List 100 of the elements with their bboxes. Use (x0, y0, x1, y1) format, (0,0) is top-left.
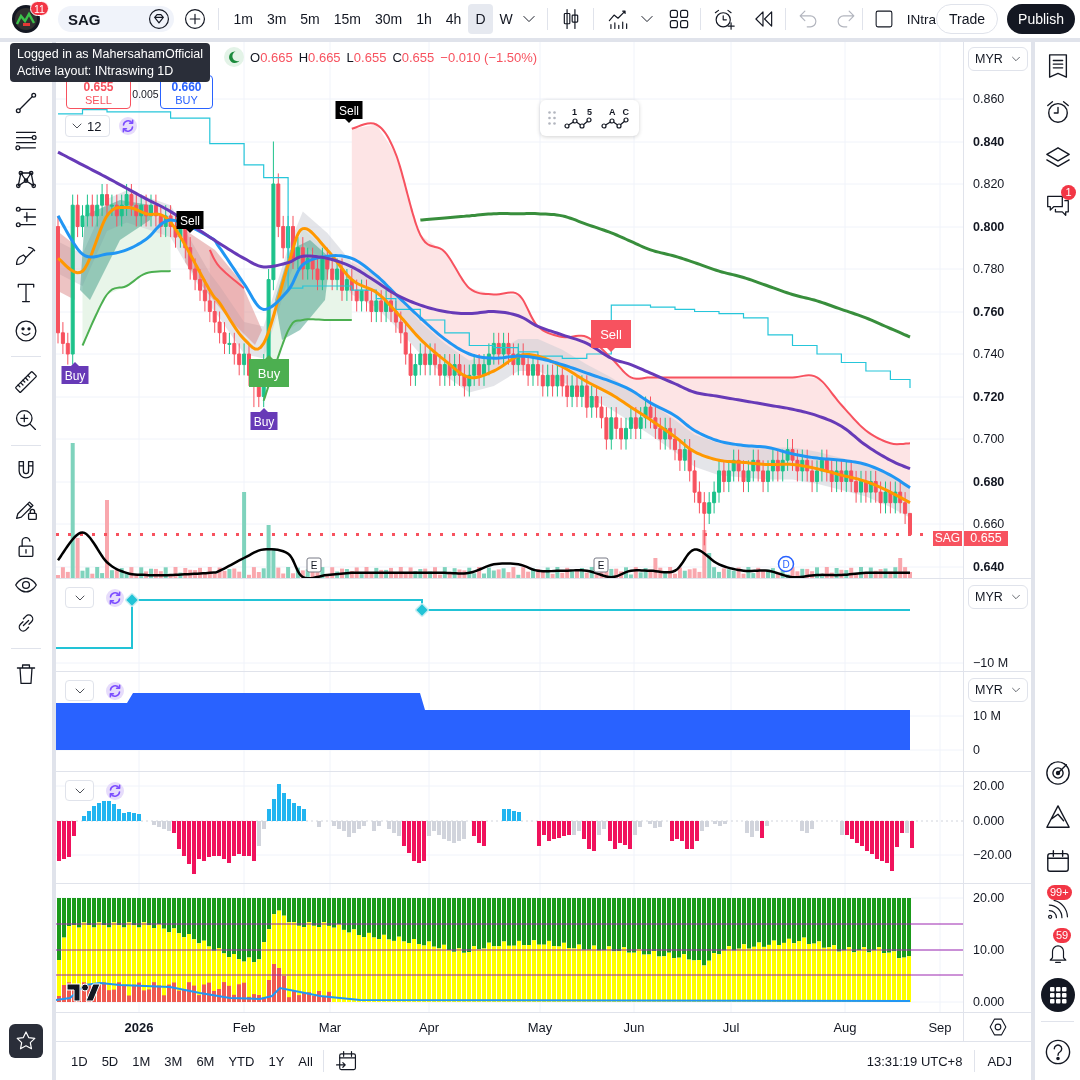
axis-label: −10 M (973, 656, 1009, 670)
range-lines-icon[interactable] (14, 205, 38, 229)
drag-handle-icon[interactable] (548, 111, 556, 125)
axis-label: 0 (973, 743, 980, 757)
earnings-marker[interactable]: E (593, 557, 609, 573)
ruler-icon[interactable] (14, 370, 38, 394)
calendar-icon[interactable] (1044, 848, 1071, 874)
signal-tag: Sell (335, 101, 363, 123)
count-badge: 11 (30, 1, 49, 16)
earnings-marker[interactable]: E (306, 557, 322, 573)
interval-tab[interactable]: 4h (438, 4, 469, 34)
zoom-in-icon[interactable] (14, 408, 38, 432)
interval-tab[interactable]: 15m (326, 4, 368, 34)
dots-grid-icon[interactable] (1040, 978, 1075, 1012)
interval-tab[interactable]: 1h (409, 4, 439, 34)
grid-icon[interactable] (667, 8, 690, 30)
price-axis-label: 0.680 (973, 475, 1005, 489)
target-icon[interactable] (1044, 760, 1071, 786)
ohlc-value: C0.655 (392, 49, 435, 65)
dividend-marker[interactable]: D (777, 555, 795, 573)
range-button[interactable]: 6M (190, 1048, 221, 1074)
favorites-button[interactable] (9, 1024, 43, 1058)
layout-name-button[interactable]: INtra (906, 11, 936, 27)
refresh-icon[interactable] (106, 588, 124, 607)
axis-label: 0.000 (973, 995, 1005, 1009)
interval-tab[interactable]: 30m (368, 4, 410, 34)
calendar-arrow-icon[interactable] (334, 1050, 357, 1072)
count-badge: 1 (1061, 185, 1076, 200)
interval-tab[interactable]: 5m (293, 4, 327, 34)
help-icon[interactable] (1044, 1039, 1071, 1065)
tooltip-text: Logged in as MahersahamOfficial (17, 46, 203, 63)
ohlc-value: L0.655 (346, 49, 387, 65)
symbol-search-button[interactable]: SAG (58, 6, 175, 32)
range-button[interactable]: YTD (222, 1048, 261, 1074)
chart-line-icon[interactable] (606, 8, 629, 30)
time-axis-label: 2026 (124, 1019, 154, 1035)
logo-icon (66, 983, 101, 1002)
trash-icon[interactable] (14, 662, 38, 686)
time-axis-label: May (527, 1019, 553, 1035)
trend-line-icon[interactable] (14, 91, 38, 115)
mountain-icon[interactable] (1044, 804, 1071, 830)
price-axis-label: 0.640 (973, 560, 1005, 574)
price-axis-label: 0.760 (973, 305, 1005, 319)
axis-label: 10.00 (973, 943, 1005, 957)
wave-pattern-icon (601, 117, 629, 129)
axis-label: 20.00 (973, 891, 1005, 905)
diamond-marker[interactable] (414, 602, 430, 618)
range-button[interactable]: 1Y (262, 1048, 291, 1074)
time-axis-label: Mar (318, 1019, 342, 1035)
square-icon[interactable] (873, 9, 894, 29)
range-button[interactable]: 1M (126, 1048, 157, 1074)
signal-tag: Sell (176, 211, 204, 233)
price-axis-label: 0.720 (973, 390, 1005, 404)
price-axis-label: 0.800 (973, 220, 1005, 234)
ohlc-value: H0.665 (298, 49, 341, 65)
parallel-lines-icon[interactable] (14, 129, 38, 153)
range-button[interactable]: 1D (65, 1048, 94, 1074)
alarm-clock-icon[interactable] (1044, 99, 1071, 125)
settings-icon[interactable] (987, 1017, 1008, 1037)
axis-label: −20.00 (973, 848, 1012, 862)
time-axis-label: Jul (722, 1019, 740, 1035)
refresh-icon[interactable] (106, 781, 124, 800)
currency-dropdown[interactable]: MYR (968, 585, 1028, 609)
price-change-text: −0.010 (−1.50%) (440, 49, 538, 65)
interval-tab[interactable]: 1m (226, 4, 260, 34)
diamond-marker[interactable] (124, 592, 140, 608)
adjustment-button[interactable]: ADJ (981, 1048, 1018, 1074)
secondary-button[interactable]: Trade (936, 4, 999, 34)
price-axis-label: 0.740 (973, 347, 1005, 361)
wave-tool-button[interactable]: 1 5 (563, 107, 593, 129)
last-price-label: 0.655 (964, 531, 1008, 546)
price-axis-label: 0.820 (973, 177, 1005, 191)
interval-tab[interactable]: 3m (259, 4, 294, 34)
time-axis-label: Apr (418, 1019, 440, 1035)
price-axis-label: 0.780 (973, 262, 1005, 276)
moon-icon[interactable] (224, 47, 244, 67)
interval-tab[interactable]: D (468, 4, 493, 34)
plus-circle-icon[interactable] (184, 8, 207, 30)
signal-tag: Buy (250, 408, 278, 430)
currency-dropdown[interactable]: MYR (968, 47, 1028, 71)
count-badge: 99+ (1047, 885, 1072, 900)
interval-tab[interactable]: W (492, 4, 520, 34)
range-button[interactable]: 3M (158, 1048, 189, 1074)
price-axis-label: 0.660 (973, 517, 1005, 531)
wave-tool-button[interactable]: A C (600, 107, 630, 129)
broadcast-icon[interactable] (1046, 898, 1069, 920)
range-button[interactable]: 5D (95, 1048, 125, 1074)
currency-dropdown[interactable]: MYR (968, 678, 1028, 702)
spread-text: 0.005 (131, 88, 160, 100)
alarm-plus-icon[interactable] (712, 8, 735, 30)
range-button[interactable]: All (292, 1048, 319, 1074)
smiley-icon[interactable] (14, 319, 38, 343)
ohlc-value: O0.665 (250, 49, 293, 65)
indicators-toggle-button[interactable]: 12 (65, 115, 110, 137)
primary-button[interactable]: Publish (1007, 4, 1075, 34)
refresh-icon[interactable] (119, 117, 137, 135)
wave-pattern-icon (564, 117, 592, 129)
timezone-button[interactable]: 13:31:19 UTC+8 (860, 1048, 969, 1074)
refresh-icon[interactable] (106, 681, 124, 700)
signal-tag: Sell (591, 320, 631, 352)
